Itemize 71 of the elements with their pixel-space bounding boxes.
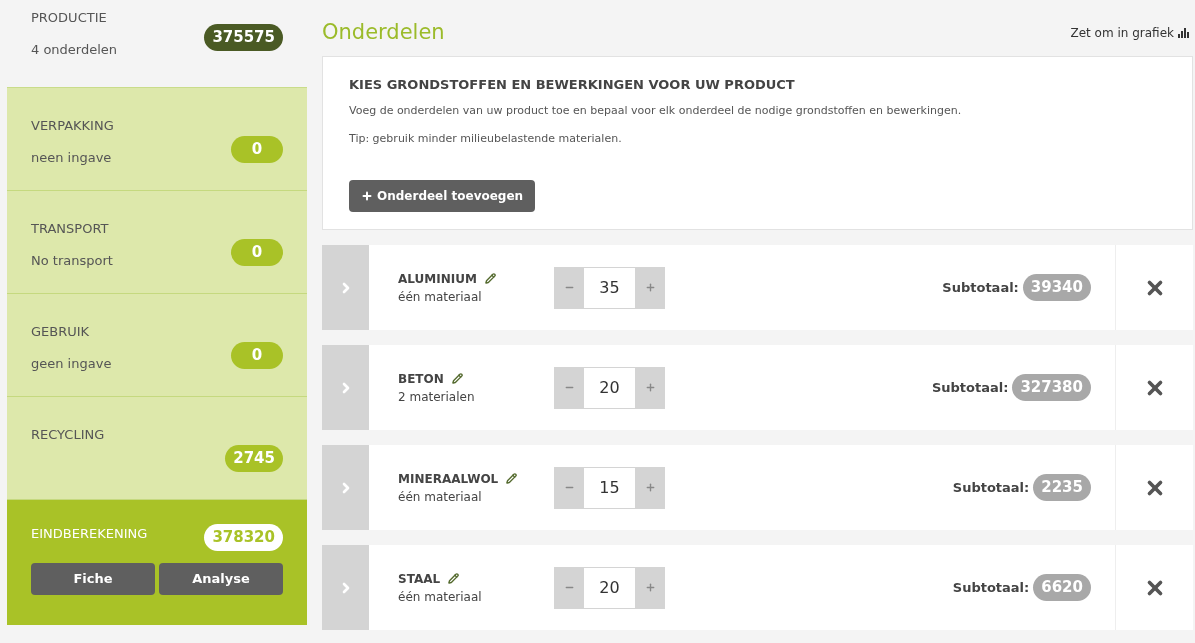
- increase-button[interactable]: [635, 366, 665, 409]
- score-badge: 0: [231, 239, 283, 266]
- pencil-icon[interactable]: [506, 473, 518, 484]
- subtotal-badge: 39340: [1022, 274, 1091, 301]
- increase-button[interactable]: [635, 266, 665, 309]
- section-subtitle: geen ingave: [31, 354, 112, 373]
- pencil-icon[interactable]: [448, 573, 460, 584]
- increase-button[interactable]: [635, 466, 665, 509]
- score-badge: 0: [231, 136, 283, 163]
- sidebar-button[interactable]: Analyse: [159, 562, 283, 595]
- part-name: MINERAALWOL: [398, 470, 499, 488]
- section-subtitle: neen ingave: [31, 148, 113, 167]
- intro-heading: KIES GRONDSTOFFEN EN BEWERKINGEN VOOR UW PRODUCT: [349, 76, 796, 94]
- decrease-button[interactable]: [554, 466, 584, 509]
- section-title: VERPAKKING: [31, 117, 114, 135]
- score-badge: 375575: [204, 24, 283, 51]
- quantity-field[interactable]: 20: [584, 366, 635, 409]
- section-subtitle: 4 onderdelen: [31, 40, 118, 59]
- decrease-button[interactable]: [554, 566, 584, 609]
- plus-icon: [644, 282, 656, 293]
- subtotal-label: Subtotaal:: [952, 578, 1030, 597]
- section-title: EINDBEREKENING: [31, 525, 148, 543]
- pencil-icon[interactable]: [451, 373, 463, 384]
- bar-chart-icon: [1178, 28, 1189, 38]
- quantity-field[interactable]: 20: [584, 566, 635, 609]
- section-title: PRODUCTIE: [31, 9, 108, 27]
- subtotal-label: Subtotaal:: [931, 378, 1009, 397]
- decrease-button[interactable]: [554, 266, 584, 309]
- section-title: TRANSPORT: [31, 220, 110, 238]
- score-badge: 378320: [204, 524, 283, 551]
- expand-button[interactable]: [322, 245, 369, 330]
- expand-button[interactable]: [322, 445, 369, 530]
- subtotal-label: Subtotaal:: [952, 478, 1030, 497]
- part-name: STAAL: [398, 570, 441, 588]
- section-subtitle: No transport: [31, 251, 113, 270]
- expand-button[interactable]: [322, 345, 369, 430]
- subtotal-badge: 327380: [1012, 374, 1091, 401]
- section-title: GEBRUIK: [31, 323, 91, 341]
- pencil-icon[interactable]: [484, 273, 496, 284]
- chart-toggle-link[interactable]: Zet om in grafiek: [1070, 24, 1189, 42]
- sidebar-section[interactable]: GEBRUIK geen ingave 0: [7, 294, 307, 397]
- plus-icon: [361, 189, 373, 202]
- material-count: één materiaal: [398, 488, 483, 506]
- quantity-field[interactable]: 35: [584, 266, 635, 309]
- section-title: RECYCLING: [31, 426, 105, 444]
- plus-icon: [644, 382, 656, 393]
- increase-button[interactable]: [635, 566, 665, 609]
- subtotal-badge: 6620: [1033, 574, 1091, 601]
- intro-text: Voeg de onderdelen van uw product toe en bepaal voor elk onderdeel de nodige grondstoffen en bewerkingen.: [349, 102, 963, 119]
- quantity-field[interactable]: 15: [584, 466, 635, 509]
- page-title: Onderdelen: [322, 19, 445, 47]
- plus-icon: [644, 482, 656, 493]
- score-badge: 0: [231, 342, 283, 369]
- sidebar-section[interactable]: EINDBEREKENING 378320 Fiche Analyse: [7, 500, 307, 625]
- decrease-button[interactable]: [554, 366, 584, 409]
- part-name: BETON: [398, 370, 444, 388]
- sidebar-button[interactable]: Fiche: [31, 562, 155, 595]
- material-count: één materiaal: [398, 288, 483, 306]
- sidebar-section[interactable]: TRANSPORT No transport 0: [7, 191, 307, 294]
- part-name: ALUMINIUM: [398, 270, 477, 288]
- subtotal-label: Subtotaal:: [942, 278, 1019, 297]
- add-part-button[interactable]: Onderdeel toevoegen: [349, 179, 536, 212]
- material-count: 2 materialen: [398, 388, 476, 406]
- sidebar-section[interactable]: RECYCLING 2745: [7, 397, 307, 500]
- subtotal-badge: 2235: [1033, 474, 1091, 501]
- sidebar-section[interactable]: VERPAKKING neen ingave 0: [7, 88, 307, 191]
- material-count: één materiaal: [398, 588, 483, 606]
- expand-button[interactable]: [322, 545, 369, 630]
- tip-text: Tip: gebruik minder milieubelastende materialen.: [349, 131, 623, 147]
- plus-icon: [644, 582, 656, 593]
- score-badge: 2745: [225, 445, 283, 472]
